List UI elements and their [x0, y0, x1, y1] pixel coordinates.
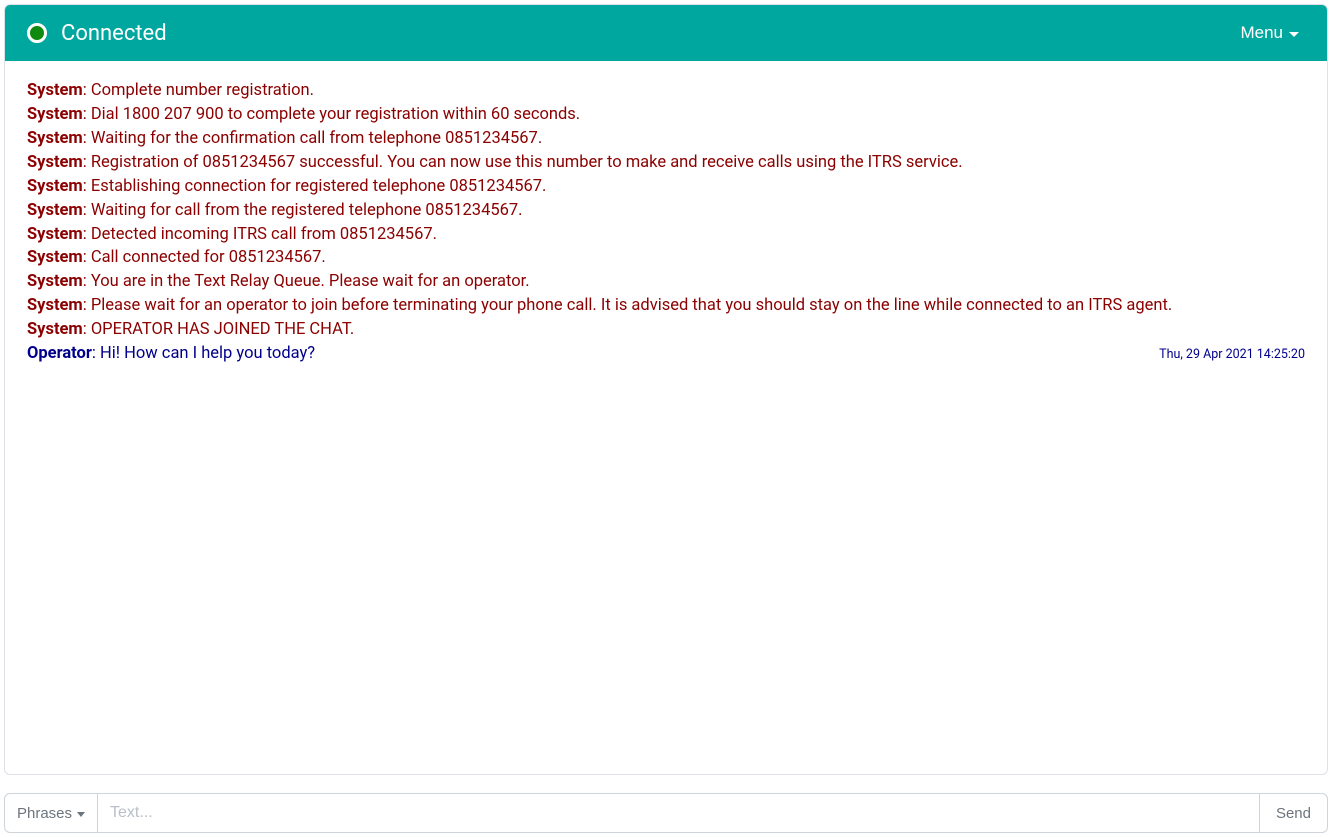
message-content: System: Registration of 0851234567 succe… — [27, 151, 1305, 175]
message-text: Dial 1800 207 900 to complete your regis… — [91, 105, 580, 124]
message-text: Establishing connection for registered t… — [91, 177, 547, 196]
message-sender: Operator — [27, 344, 92, 363]
message-text: OPERATOR HAS JOINED THE CHAT. — [91, 320, 354, 339]
message-row: System: You are in the Text Relay Queue.… — [27, 270, 1305, 294]
chat-window: Connected Menu System: Complete number r… — [4, 4, 1328, 775]
message-text: Detected incoming ITRS call from 0851234… — [91, 225, 437, 244]
message-sender: System — [27, 225, 83, 244]
header-bar: Connected Menu — [5, 5, 1327, 61]
message-sender: System — [27, 201, 83, 220]
message-row: System: Establishing connection for regi… — [27, 175, 1305, 199]
send-button[interactable]: Send — [1259, 793, 1328, 833]
status-label: Connected — [61, 21, 167, 46]
message-sender: System — [27, 129, 83, 148]
message-content: System: Detected incoming ITRS call from… — [27, 223, 1305, 247]
menu-button[interactable]: Menu — [1234, 19, 1305, 47]
message-row: System: Waiting for call from the regist… — [27, 199, 1305, 223]
message-content: System: OPERATOR HAS JOINED THE CHAT. — [27, 318, 1305, 342]
message-text: Waiting for call from the registered tel… — [91, 201, 523, 220]
message-content: System: Establishing connection for regi… — [27, 175, 1305, 199]
composer-bar: Phrases Send — [4, 793, 1328, 833]
message-row: System: Complete number registration. — [27, 79, 1305, 103]
message-sender: System — [27, 272, 83, 291]
menu-label: Menu — [1240, 23, 1283, 43]
message-timestamp: Thu, 29 Apr 2021 14:25:20 — [1159, 346, 1305, 364]
chevron-down-icon — [77, 812, 85, 817]
message-sender: System — [27, 81, 83, 100]
message-row: System: Please wait for an operator to j… — [27, 294, 1305, 318]
message-sender: System — [27, 153, 83, 172]
status-indicator-icon — [27, 23, 47, 43]
message-content: System: Complete number registration. — [27, 79, 1305, 103]
message-text: Hi! How can I help you today? — [100, 344, 315, 363]
message-input[interactable] — [98, 793, 1259, 833]
message-row: System: Call connected for 0851234567. — [27, 246, 1305, 270]
message-text: You are in the Text Relay Queue. Please … — [91, 272, 530, 291]
message-text: Registration of 0851234567 successful. Y… — [91, 153, 963, 172]
message-content: System: Dial 1800 207 900 to complete yo… — [27, 103, 1305, 127]
chevron-down-icon — [1289, 32, 1299, 37]
chat-log[interactable]: System: Complete number registration.Sys… — [5, 61, 1327, 774]
message-row: System: Detected incoming ITRS call from… — [27, 223, 1305, 247]
phrases-label: Phrases — [17, 805, 72, 822]
message-sender: System — [27, 105, 83, 124]
message-content: Operator: Hi! How can I help you today? — [27, 342, 1135, 366]
message-text: Call connected for 0851234567. — [91, 248, 326, 267]
message-content: System: Please wait for an operator to j… — [27, 294, 1305, 318]
message-sender: System — [27, 296, 83, 315]
message-sender: System — [27, 248, 83, 267]
message-content: System: Waiting for the confirmation cal… — [27, 127, 1305, 151]
connection-status: Connected — [27, 21, 167, 46]
phrases-button[interactable]: Phrases — [4, 793, 98, 833]
message-text: Please wait for an operator to join befo… — [91, 296, 1172, 315]
message-text: Waiting for the confirmation call from t… — [91, 129, 542, 148]
message-row: System: Registration of 0851234567 succe… — [27, 151, 1305, 175]
message-content: System: Call connected for 0851234567. — [27, 246, 1305, 270]
message-content: System: You are in the Text Relay Queue.… — [27, 270, 1305, 294]
message-sender: System — [27, 177, 83, 196]
message-content: System: Waiting for call from the regist… — [27, 199, 1305, 223]
message-row: System: OPERATOR HAS JOINED THE CHAT. — [27, 318, 1305, 342]
message-text: Complete number registration. — [91, 81, 314, 100]
message-row: System: Waiting for the confirmation cal… — [27, 127, 1305, 151]
message-row: Operator: Hi! How can I help you today? T… — [27, 342, 1305, 366]
message-sender: System — [27, 320, 83, 339]
message-row: System: Dial 1800 207 900 to complete yo… — [27, 103, 1305, 127]
